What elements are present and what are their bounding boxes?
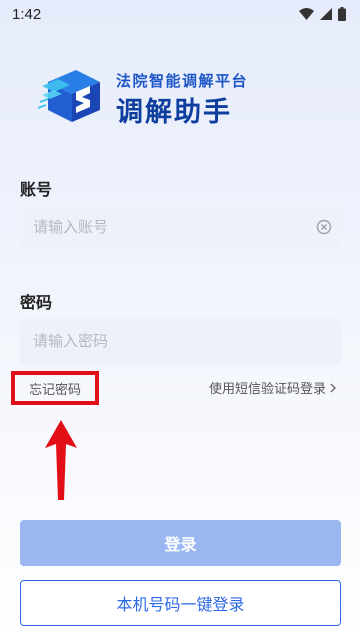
- status-time: 1:42: [12, 5, 42, 23]
- password-input[interactable]: [20, 318, 300, 364]
- battery-icon: [338, 7, 346, 21]
- account-input[interactable]: [20, 204, 300, 250]
- signal-icon: [320, 8, 332, 20]
- status-icons: [299, 7, 346, 21]
- forgot-password-label: 忘记密码: [28, 382, 81, 398]
- one-key-login-button[interactable]: 本机号码一键登录: [20, 580, 341, 626]
- clear-input-icon[interactable]: [316, 219, 332, 235]
- logo-subtitle: 法院智能调解平台: [116, 72, 249, 90]
- login-button[interactable]: 登录: [20, 520, 341, 566]
- wifi-icon: [299, 8, 314, 20]
- forgot-password-link[interactable]: 忘记密码: [11, 371, 99, 405]
- court-logo-icon: [38, 70, 100, 122]
- logo-title: 调解助手: [116, 97, 232, 128]
- account-field: [20, 204, 341, 250]
- status-bar: 1:42: [0, 0, 360, 28]
- chevron-right-icon: [330, 383, 336, 392]
- sms-login-label: 使用短信验证码登录: [208, 382, 326, 397]
- password-field: [20, 318, 341, 364]
- annotation-arrow-icon: [45, 420, 77, 500]
- account-label: 账号: [20, 180, 53, 199]
- sms-login-link[interactable]: 使用短信验证码登录: [209, 378, 336, 397]
- password-label: 密码: [20, 293, 53, 312]
- app-logo: 法院智能调解平台 调解助手: [38, 64, 318, 130]
